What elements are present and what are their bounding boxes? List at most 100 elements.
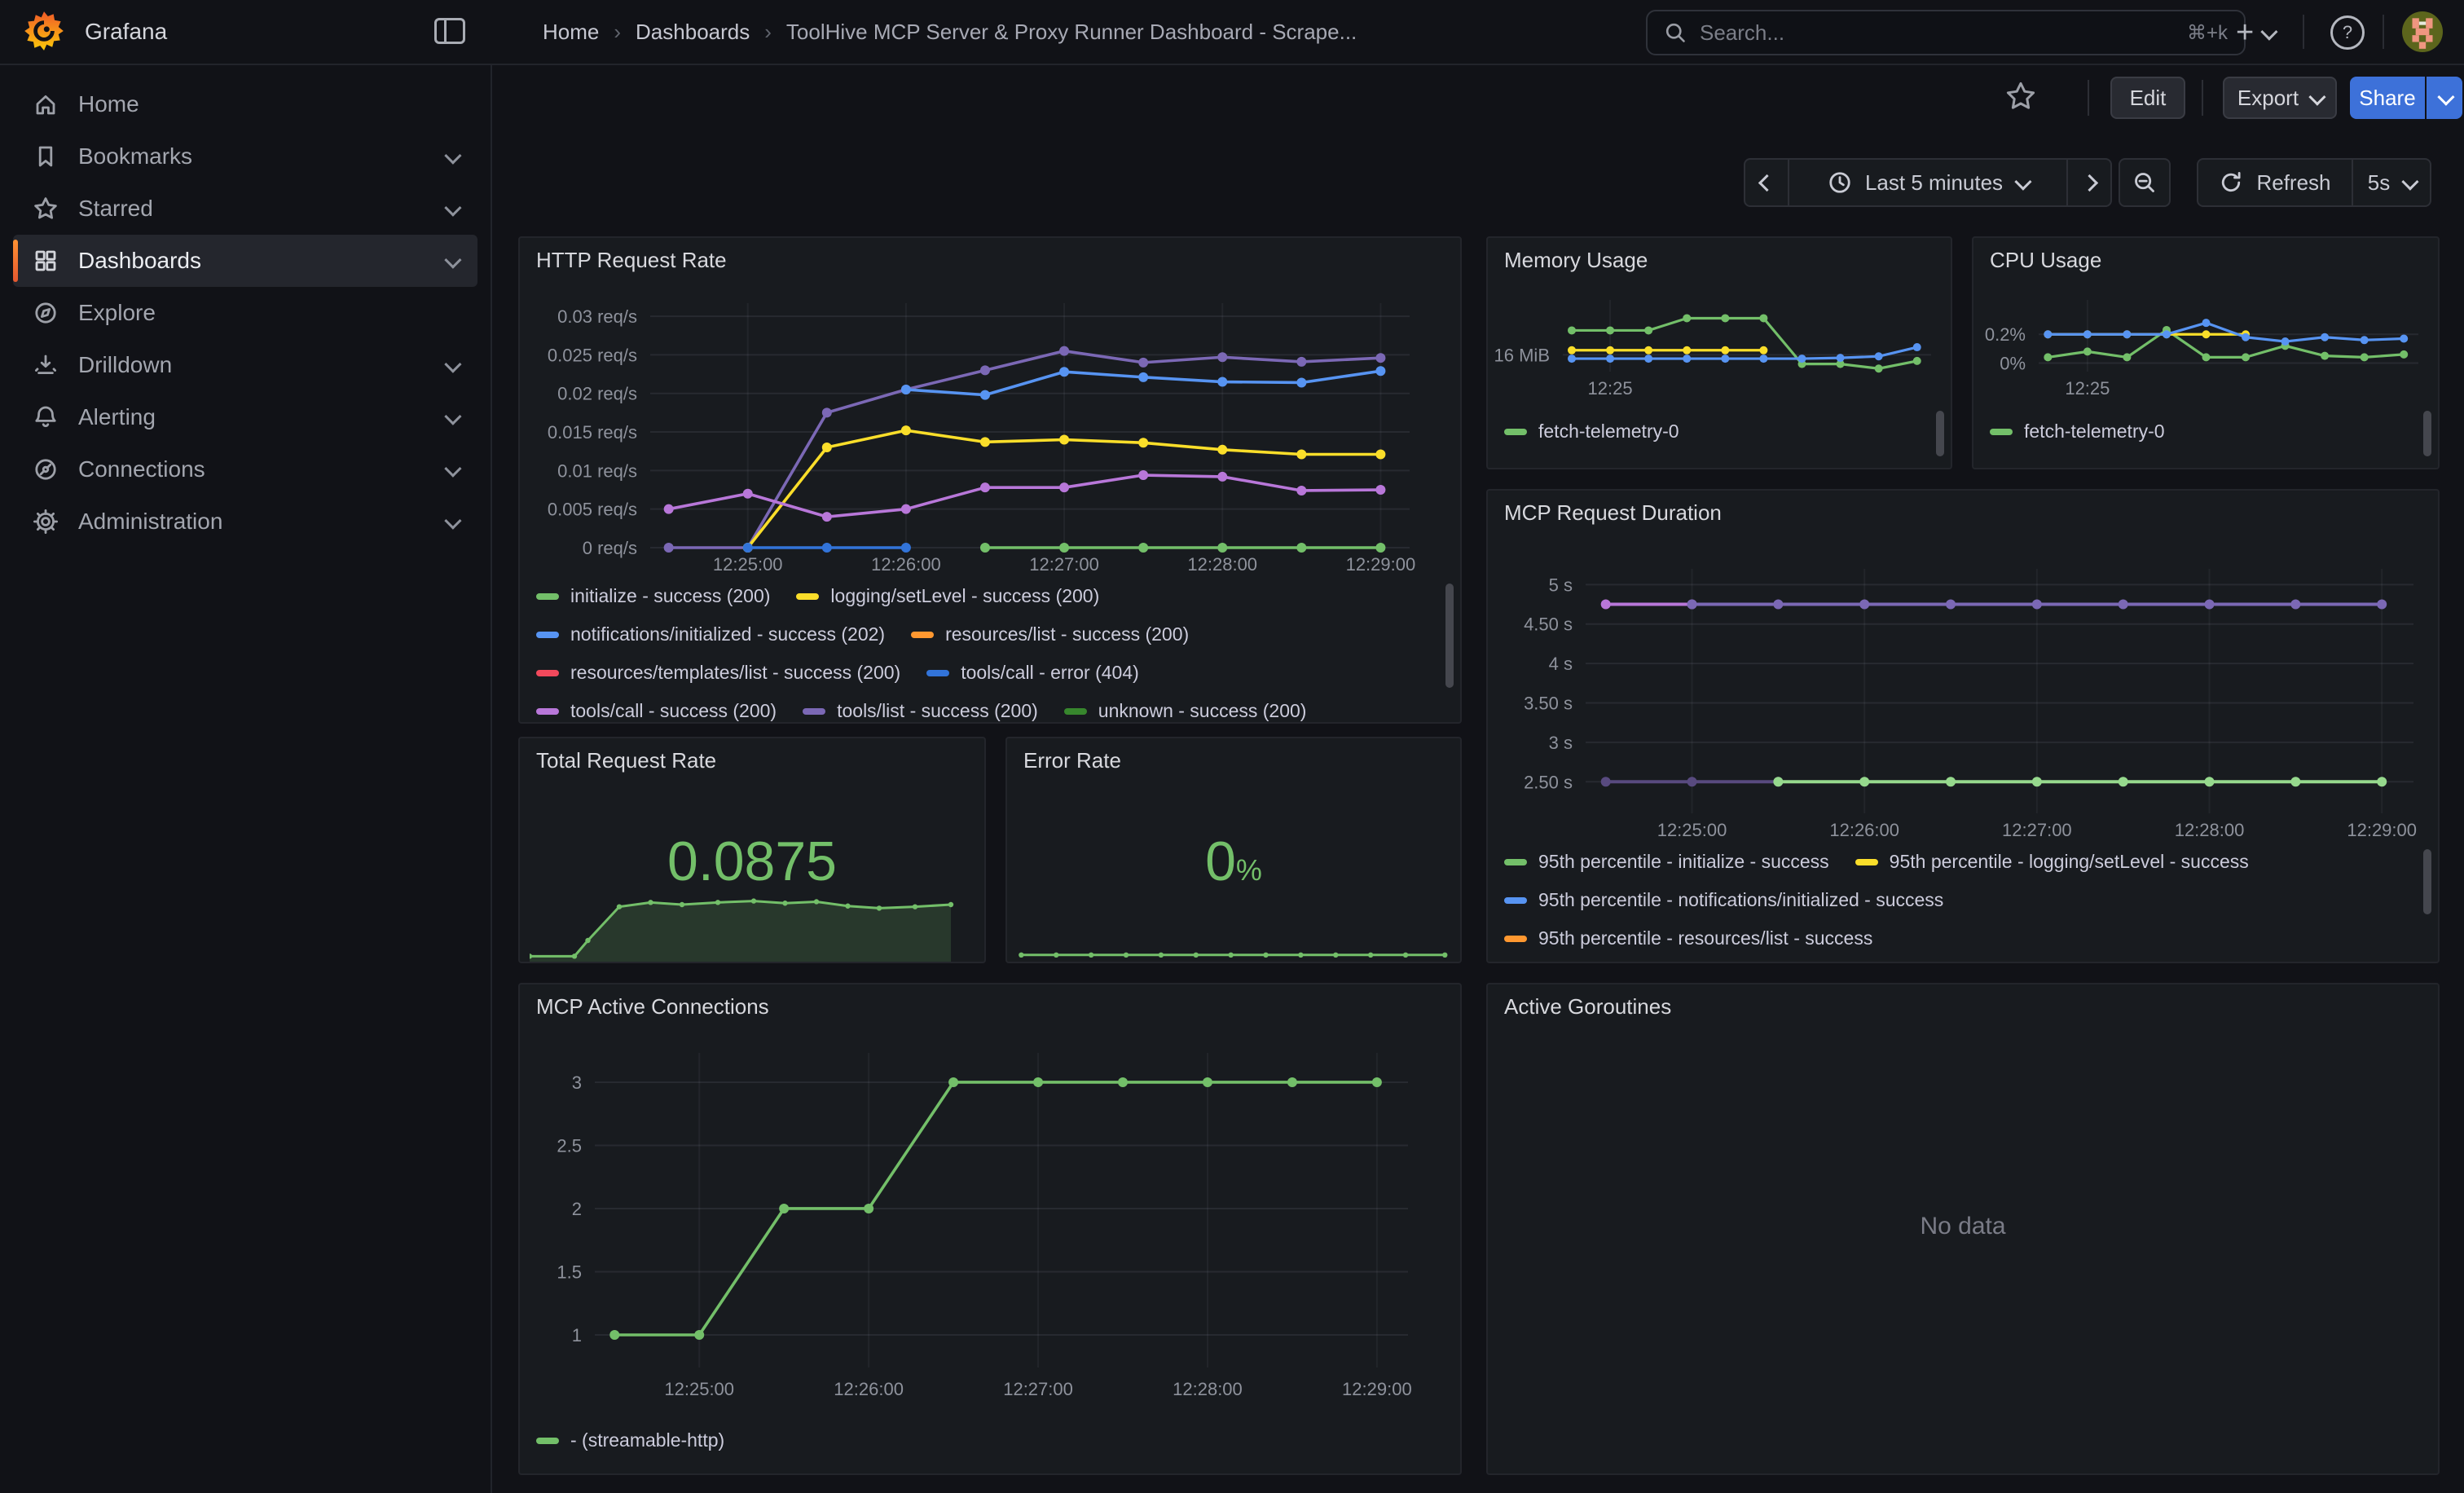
share-button[interactable]: Share (2350, 77, 2425, 119)
panel-title[interactable]: HTTP Request Rate (536, 248, 727, 273)
svg-text:3.50 s: 3.50 s (1524, 694, 1573, 714)
svg-text:12:29:00: 12:29:00 (1342, 1379, 1412, 1399)
panel-memory-usage: Memory Usage 12:2516 MiB fetch-telemetry… (1486, 236, 1952, 469)
edit-button[interactable]: Edit (2110, 77, 2185, 119)
compass-icon (33, 300, 59, 326)
export-button[interactable]: Export (2223, 77, 2337, 119)
zoom-out-button[interactable] (2119, 158, 2171, 207)
time-back-button[interactable] (1744, 158, 1789, 207)
avatar[interactable] (2402, 11, 2443, 52)
bell-icon (33, 404, 59, 430)
legend-item[interactable]: 95th percentile - notifications/initiali… (1504, 889, 1943, 911)
svg-text:12:26:00: 12:26:00 (834, 1379, 904, 1399)
legend-item[interactable]: - (streamable-http) (536, 1429, 724, 1451)
share-dropdown-button[interactable] (2427, 77, 2462, 119)
chevron-left-icon (1758, 174, 1775, 191)
legend-item[interactable]: tools/call - success (200) (536, 700, 777, 722)
legend-item[interactable]: initialize - success (200) (536, 585, 770, 607)
refresh-button[interactable]: Refresh (2197, 158, 2353, 207)
panel-cpu-usage: CPU Usage 12:250%0.2% fetch-telemetry-0 (1972, 236, 2440, 469)
legend-color-chip (1504, 429, 1527, 435)
sidebar-item-explore[interactable]: Explore (13, 287, 477, 339)
sidebar-item-bookmarks[interactable]: Bookmarks (13, 130, 477, 183)
zoom-out-icon (2132, 170, 2157, 195)
sidebar-item-connections[interactable]: Connections (13, 443, 477, 495)
legend-color-chip (911, 632, 934, 638)
breadcrumb-home[interactable]: Home (543, 20, 599, 45)
sidebar-item-alerting[interactable]: Alerting (13, 391, 477, 443)
mcp-request-duration-chart[interactable]: 12:25:0012:26:0012:27:0012:28:0012:29:00… (1488, 540, 2438, 843)
panel-title[interactable]: Total Request Rate (536, 748, 716, 773)
legend-item[interactable]: notifications/initialized - success (202… (536, 623, 885, 645)
panel-title[interactable]: CPU Usage (1990, 248, 2101, 273)
svg-text:0.025 req/s: 0.025 req/s (548, 345, 637, 365)
legend-item[interactable]: 95th percentile - initialize - success (1504, 851, 1829, 873)
legend-label: fetch-telemetry-0 (2024, 421, 2165, 443)
refresh-interval-dropdown[interactable]: 5s (2352, 158, 2431, 207)
svg-text:2.50 s: 2.50 s (1524, 772, 1573, 792)
legend-scrollbar[interactable] (2423, 849, 2431, 914)
grafana-app: Grafana Home › Dashboards › ToolHive MCP… (0, 0, 2464, 1493)
legend-label: 95th percentile - logging/setLevel - suc… (1890, 851, 2249, 873)
time-range-picker[interactable]: Last 5 minutes (1788, 158, 2068, 207)
error-rate-sparkline (1017, 918, 1454, 960)
sidebar-item-home[interactable]: Home (13, 78, 477, 130)
mcp-active-connections-chart[interactable]: 12:25:0012:26:0012:27:0012:28:0012:29:00… (520, 1033, 1460, 1425)
panel-mcp-active-connections: MCP Active Connections 12:25:0012:26:001… (518, 983, 1462, 1475)
add-button[interactable]: + (2236, 13, 2274, 52)
sidebar-item-dashboards[interactable]: Dashboards (13, 235, 477, 287)
panel-title[interactable]: Memory Usage (1504, 248, 1648, 273)
panel-title[interactable]: Error Rate (1023, 748, 1121, 773)
panel-mcp-request-duration: MCP Request Duration 12:25:0012:26:0012:… (1486, 489, 2440, 963)
dashboard-toolbar: Edit Export Share (492, 64, 2464, 132)
legend-item[interactable]: tools/call - error (404) (926, 662, 1139, 684)
breadcrumb: Home › Dashboards › ToolHive MCP Server … (543, 0, 1357, 64)
grafana-logo-icon[interactable] (23, 10, 65, 52)
drilldown-icon (33, 352, 59, 378)
panel-title[interactable]: MCP Request Duration (1504, 500, 1722, 526)
legend-scrollbar[interactable] (1445, 584, 1454, 688)
legend-item[interactable]: 95th percentile - logging/setLevel - suc… (1855, 851, 2249, 873)
svg-text:12:26:00: 12:26:00 (871, 554, 941, 575)
breadcrumb-dashboards[interactable]: Dashboards (636, 20, 750, 45)
legend-item[interactable]: fetch-telemetry-0 (1504, 421, 1679, 443)
nav-divider (2303, 15, 2304, 49)
favorite-star-icon[interactable] (2004, 80, 2037, 112)
sidebar-item-starred[interactable]: Starred (13, 183, 477, 235)
search-input[interactable]: Search... ⌘+k (1646, 10, 2246, 55)
search-placeholder: Search... (1700, 20, 2174, 46)
panel-title[interactable]: Active Goroutines (1504, 994, 1671, 1020)
http-request-rate-chart[interactable]: 12:25:0012:26:0012:27:0012:28:0012:29:00… (520, 287, 1460, 580)
svg-text:1: 1 (572, 1325, 582, 1345)
legend-label: resources/templates/list - success (200) (570, 662, 900, 684)
legend-item[interactable]: 95th percentile - resources/list - succe… (1504, 927, 1872, 949)
stat-value: 0% (1007, 830, 1460, 893)
legend-label: logging/setLevel - success (200) (830, 585, 1099, 607)
panel-title[interactable]: MCP Active Connections (536, 994, 769, 1020)
chevron-down-icon (444, 251, 461, 268)
cpu-usage-chart[interactable]: 12:250%0.2% (1973, 280, 2438, 430)
legend-item[interactable]: logging/setLevel - success (200) (796, 585, 1099, 607)
sidebar-toggle-icon[interactable] (430, 15, 469, 47)
svg-text:0.005 req/s: 0.005 req/s (548, 500, 637, 520)
legend-item[interactable]: resources/templates/list - success (200) (536, 662, 900, 684)
sidebar-item-administration[interactable]: Administration (13, 495, 477, 548)
legend-item[interactable]: fetch-telemetry-0 (1990, 421, 2165, 443)
help-button[interactable]: ? (2330, 13, 2365, 52)
svg-text:4.50 s: 4.50 s (1524, 614, 1573, 635)
refresh-icon (2219, 170, 2243, 195)
legend-item[interactable]: resources/list - success (200) (911, 623, 1189, 645)
legend-scrollbar[interactable] (1936, 411, 1944, 456)
time-forward-button[interactable] (2066, 158, 2112, 207)
nav-divider (2383, 15, 2384, 49)
legend-color-chip (536, 670, 559, 676)
sidebar-item-drilldown[interactable]: Drilldown (13, 339, 477, 391)
clock-icon (1828, 170, 1852, 195)
memory-usage-chart[interactable]: 12:2516 MiB (1488, 280, 1951, 430)
legend-item[interactable]: unknown - success (200) (1064, 700, 1307, 722)
svg-text:2: 2 (572, 1199, 582, 1219)
chart-legend: fetch-telemetry-0 (1504, 412, 1925, 468)
legend-item[interactable]: tools/list - success (200) (803, 700, 1038, 722)
legend-scrollbar[interactable] (2423, 411, 2431, 456)
legend-label: 95th percentile - initialize - success (1538, 851, 1829, 873)
